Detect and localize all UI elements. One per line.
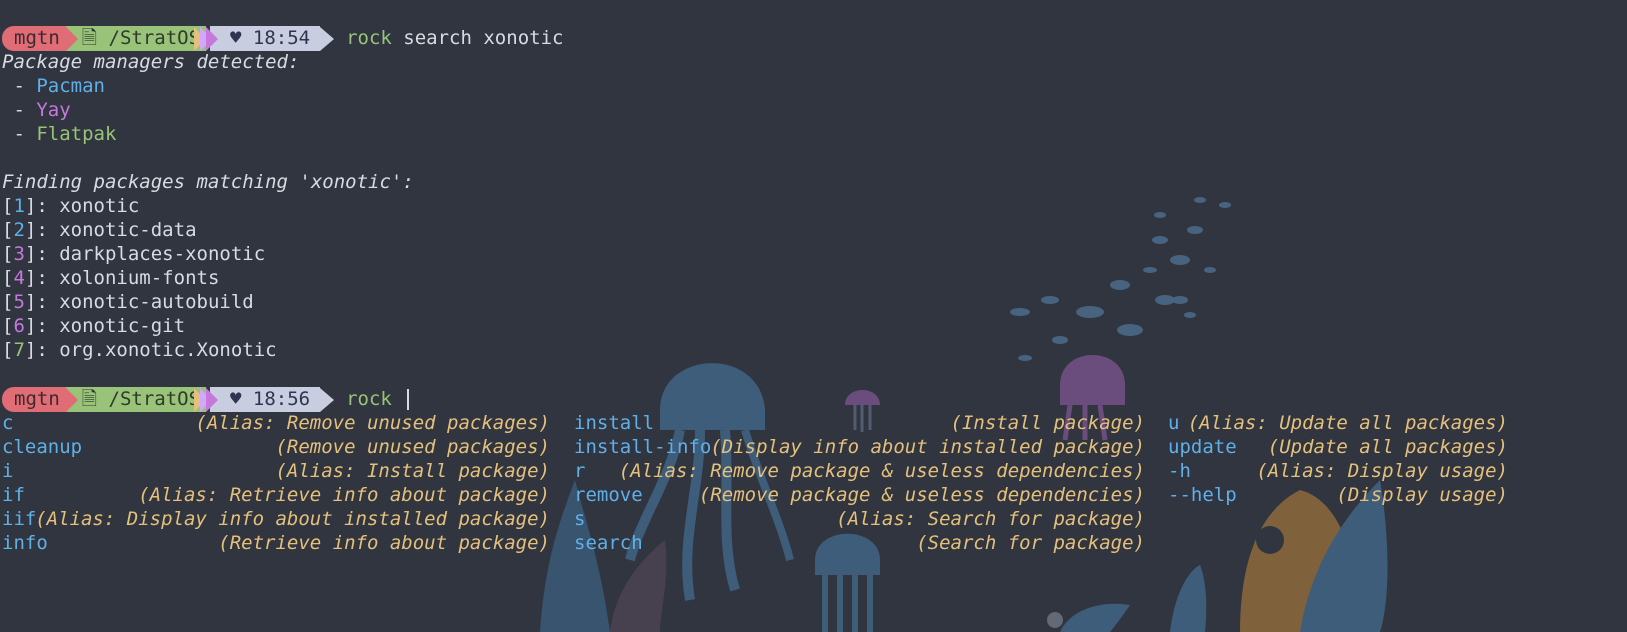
completion-item[interactable]: info (Retrieve info about package) <box>2 531 550 556</box>
result-item: [5]: xonotic-autobuild <box>2 291 254 313</box>
command-text: rock search xonotic <box>346 27 564 49</box>
completion-item[interactable]: c (Alias: Remove unused packages) <box>2 411 550 436</box>
result-item: [3]: darkplaces-xonotic <box>2 243 266 265</box>
result-item: [1]: xonotic <box>2 195 140 217</box>
manager-item: - Pacman <box>2 75 105 97</box>
completion-item[interactable]: update (Update all packages) <box>1168 435 1508 460</box>
completion-item[interactable]: install (Install package) <box>574 411 1145 436</box>
file-icon: 🗎 <box>81 388 98 410</box>
prompt-line-1: mgtn 🗎 /StratOS ♥ 18:54 rock search xono… <box>2 26 563 51</box>
text-cursor <box>407 389 410 410</box>
completion-item[interactable]: iif (Alias: Display info about installed … <box>2 507 550 532</box>
completion-item[interactable]: search (Search for package) <box>574 531 1145 556</box>
completion-item[interactable]: remove (Remove package & useless dependen… <box>574 483 1145 508</box>
manager-item: - Flatpak <box>2 123 117 145</box>
prompt-user: mgtn <box>2 26 66 51</box>
completion-item[interactable]: if (Alias: Retrieve info about package) <box>2 483 550 508</box>
command-input[interactable]: rock <box>346 387 410 412</box>
result-item: [7]: org.xonotic.Xonotic <box>2 339 277 361</box>
manager-item: - Yay <box>2 99 71 121</box>
managers-heading: Package managers detected: <box>2 51 300 73</box>
prompt-directory: 🗎 /StratOS <box>65 26 207 51</box>
result-item: [2]: xonotic-data <box>2 219 197 241</box>
completion-item[interactable]: --help (Display usage) <box>1168 483 1508 508</box>
completion-item[interactable]: -h (Alias: Display usage) <box>1168 459 1508 484</box>
completion-item[interactable]: s (Alias: Search for package) <box>574 507 1145 532</box>
prompt-line-2[interactable]: mgtn 🗎 /StratOS ♥ 18:56 rock <box>2 387 410 412</box>
result-item: [6]: xonotic-git <box>2 315 186 337</box>
prompt-user: mgtn <box>2 387 66 412</box>
completion-item[interactable]: r (Alias: Remove package & useless depend… <box>574 459 1145 484</box>
prompt-time: ♥ 18:56 <box>210 387 321 412</box>
file-icon: 🗎 <box>81 27 98 49</box>
result-item: [4]: xolonium-fonts <box>2 267 220 289</box>
completion-item[interactable]: i (Alias: Install package) <box>2 459 550 484</box>
completion-item[interactable]: install-info (Display info about installe… <box>574 435 1145 460</box>
completion-item[interactable]: cleanup (Remove unused packages) <box>2 435 550 460</box>
matching-heading: Finding packages matching 'xonotic': <box>2 171 414 193</box>
completion-item[interactable]: u (Alias: Update all packages) <box>1168 411 1508 436</box>
prompt-time: ♥ 18:54 <box>210 26 321 51</box>
prompt-directory: 🗎 /StratOS <box>65 387 207 412</box>
